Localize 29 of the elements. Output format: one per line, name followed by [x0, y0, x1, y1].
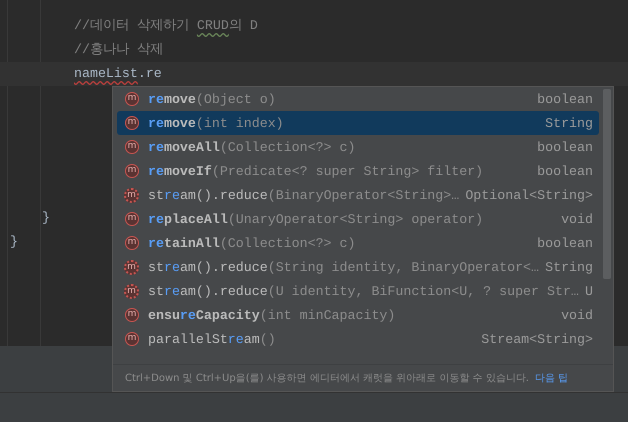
method-icon: m [125, 116, 139, 130]
closing-brace: } [10, 234, 18, 249]
completion-item[interactable]: m remove(int index) String [117, 111, 599, 135]
completion-item[interactable]: m stream().reduce(U identity, BiFunction<U, ? super Str… U [117, 279, 599, 303]
method-icon: m [125, 164, 139, 178]
completion-item[interactable]: m replaceAll(UnaryOperator<String> operator) void [117, 207, 599, 231]
hint-text: Ctrl+Down 및 Ctrl+Up을(를) 사용하면 에디터에서 캐럿을 위아래로 이동할 수 있습니다. [125, 372, 529, 385]
method-icon: m [125, 212, 139, 226]
completion-item[interactable]: m parallelStream() Stream<String> [117, 327, 599, 351]
completion-item[interactable]: m stream().reduce(String identity, BinaryOperator<… String [117, 255, 599, 279]
closing-brace: } [42, 210, 50, 225]
method-icon: m [125, 332, 139, 346]
method-icon: m [125, 140, 139, 154]
method-icon: m [125, 236, 139, 250]
code-comment: //홍나나 삭제 [74, 42, 163, 57]
completion-item[interactable]: m removeIf(Predicate<? super String> filter) boolean [117, 159, 599, 183]
method-icon: m [125, 92, 139, 106]
next-tip-link[interactable]: 다음 팁 [534, 371, 568, 385]
completion-item[interactable]: m retainAll(Collection<?> c) boolean [117, 231, 599, 255]
method-icon: m [125, 308, 139, 322]
method-spiked-icon: m [124, 260, 139, 274]
completion-item[interactable]: m stream().reduce(BinaryOperator<String>… Optional<String> [117, 183, 599, 207]
code-text: nameList.re [74, 66, 162, 81]
completion-item[interactable]: m remove(Object o) boolean [117, 87, 599, 111]
code-comment: //데이터 삭제하기 CRUD의 D [74, 18, 258, 33]
completion-item[interactable]: m ensureCapacity(int minCapacity) void [117, 303, 599, 327]
completion-item[interactable]: m removeAll(Collection<?> c) boolean [117, 135, 599, 159]
method-spiked-icon: m [124, 284, 139, 298]
method-spiked-icon: m [124, 188, 139, 202]
